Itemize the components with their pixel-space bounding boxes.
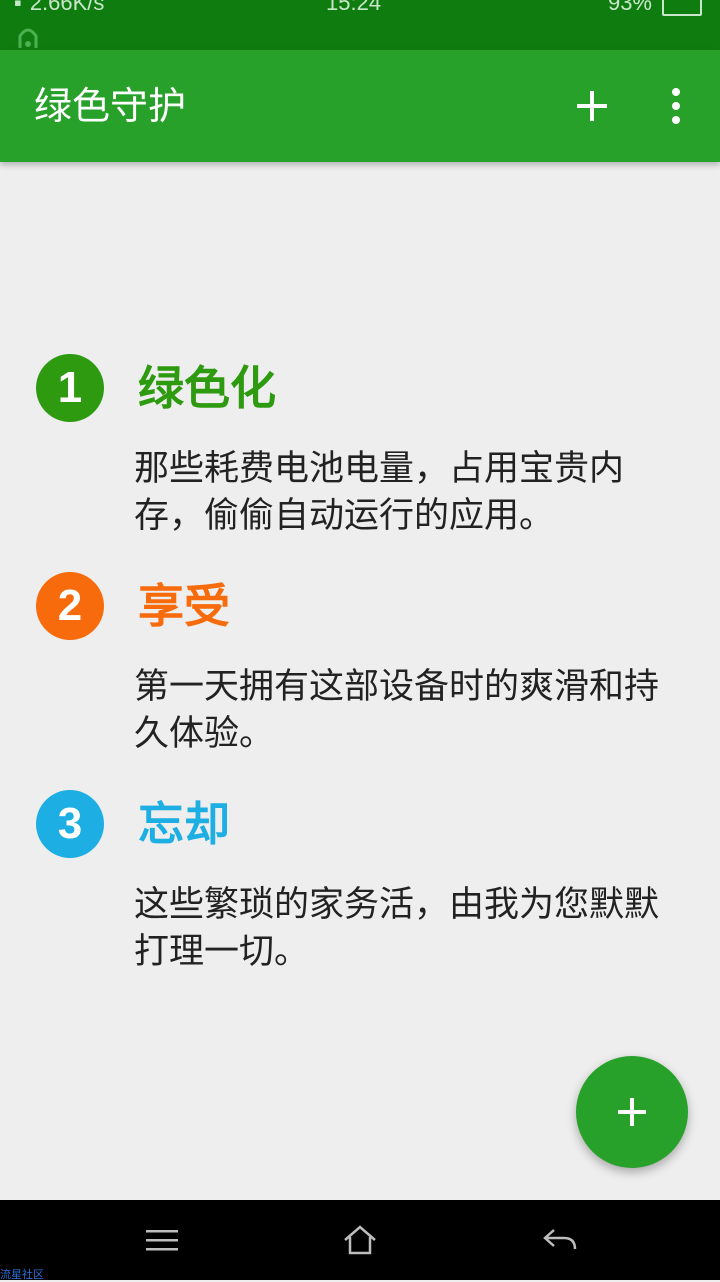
status-right: 93% xyxy=(608,0,702,16)
home-button[interactable] xyxy=(336,1218,384,1262)
plus-icon xyxy=(577,91,607,121)
add-app-button[interactable] xyxy=(568,80,616,132)
battery-percent: 93% xyxy=(607,0,652,15)
step-title: 享受 xyxy=(138,579,230,633)
step-number-badge: 2 xyxy=(36,572,104,640)
home-icon xyxy=(344,1225,376,1255)
battery-icon xyxy=(662,0,702,16)
app-bar: 绿色守护 xyxy=(0,50,720,162)
more-vert-icon xyxy=(672,88,680,124)
signal-icon: ▪ xyxy=(14,0,22,15)
step-description: 那些耗费电池电量，占用宝贵内存，偷偷自动运行的应用。 xyxy=(134,449,625,536)
menu-icon xyxy=(146,1230,178,1251)
network-speed: 2.66K/s xyxy=(29,0,105,15)
navigation-bar xyxy=(0,1200,720,1280)
step-title: 忘却 xyxy=(138,797,230,851)
add-fab-button[interactable] xyxy=(576,1056,688,1168)
plus-icon xyxy=(618,1098,646,1126)
step-number-badge: 1 xyxy=(36,354,104,422)
app-title: 绿色守护 xyxy=(34,84,187,128)
back-icon xyxy=(543,1229,577,1250)
notification-icon xyxy=(18,28,38,48)
step-description: 第一天拥有这部设备时的爽滑和持久体验。 xyxy=(134,667,660,754)
menu-button[interactable] xyxy=(138,1218,186,1262)
status-bar: ▪ 2.66K/s 15:24 93% xyxy=(0,0,720,50)
status-left: ▪ 2.66K/s xyxy=(14,0,104,16)
back-button[interactable] xyxy=(536,1218,584,1262)
step-description: 这些繁琐的家务活，由我为您默默打理一切。 xyxy=(134,885,660,972)
overflow-menu-button[interactable] xyxy=(656,80,696,132)
step-title: 绿色化 xyxy=(138,361,276,415)
step-number-badge: 3 xyxy=(36,790,104,858)
status-time: 15:24 xyxy=(326,0,382,15)
